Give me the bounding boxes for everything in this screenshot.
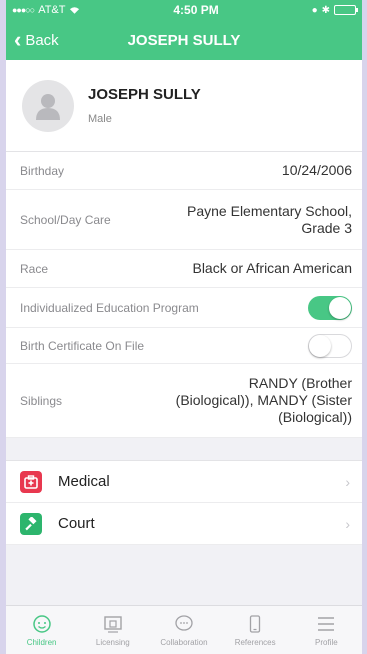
bluetooth-icon: ✱: [321, 4, 330, 16]
status-left: ●●●○○ AT&T: [12, 4, 80, 16]
iep-label: Individualized Education Program: [20, 300, 199, 315]
app-frame: ●●●○○ AT&T 4:50 PM ● ✱ ‹ Back JOSEPH SUL…: [6, 0, 362, 654]
profile-name: JOSEPH SULLY: [88, 86, 201, 103]
toggle-knob: [329, 296, 351, 319]
tab-label: Children: [26, 637, 57, 647]
wifi-icon: [70, 6, 80, 14]
profile-gender: Male: [88, 113, 112, 125]
medical-row[interactable]: Medical ›: [6, 461, 362, 503]
carrier-label: AT&T: [38, 4, 66, 16]
birthday-value: 10/24/2006: [281, 162, 352, 178]
menu-icon: [318, 616, 335, 631]
court-label: Court: [58, 515, 95, 532]
tab-children[interactable]: Children: [7, 614, 77, 647]
siblings-value-line3: (Biological)): [278, 409, 352, 425]
birth-certificate-toggle[interactable]: [308, 333, 352, 358]
tab-bar: Children Licensing Collaboration Referen…: [6, 605, 362, 654]
iep-row: Individualized Education Program: [6, 288, 362, 328]
siblings-row: Siblings RANDY (Brother (Biological)), M…: [6, 364, 362, 438]
toggle-knob: [309, 334, 331, 357]
school-value-line1: Payne Elementary School,: [187, 202, 352, 219]
phone-icon: [250, 614, 261, 633]
siblings-value: RANDY (Brother (Biological)), MANDY (Sis…: [176, 375, 352, 426]
licensing-icon: [104, 615, 122, 633]
signal-icon: ●●●○○: [12, 5, 35, 15]
status-right: ● ✱: [311, 4, 358, 16]
chevron-right-icon: ›: [345, 515, 350, 532]
tab-licensing[interactable]: Licensing: [78, 614, 148, 647]
lock-rotation-icon: ●: [311, 4, 318, 16]
children-icon: [32, 614, 51, 633]
tab-profile[interactable]: Profile: [291, 614, 361, 647]
profile-info: JOSEPH SULLY Male: [88, 86, 201, 125]
status-bar: ●●●○○ AT&T 4:50 PM ● ✱: [6, 0, 362, 20]
back-label: Back: [25, 31, 59, 49]
siblings-value-line2: (Biological)), MANDY (Sister: [175, 392, 352, 408]
chat-icon: [175, 614, 193, 631]
siblings-label: Siblings: [20, 393, 63, 408]
birth-certificate-row: Birth Certificate On File: [6, 328, 362, 364]
medical-label: Medical: [58, 473, 110, 490]
birth-certificate-label: Birth Certificate On File: [20, 338, 145, 353]
chevron-left-icon: ‹: [14, 27, 22, 52]
school-label: School/Day Care: [20, 212, 111, 227]
back-button[interactable]: ‹ Back: [6, 27, 59, 52]
navigation-bar: ‹ Back JOSEPH SULLY: [6, 20, 362, 60]
profile-card: JOSEPH SULLY Male: [6, 60, 362, 152]
school-value: Payne Elementary School, Grade 3: [187, 203, 352, 237]
tab-references[interactable]: References: [220, 614, 290, 647]
tab-label: Collaboration: [160, 637, 208, 647]
section-spacer: [6, 438, 362, 460]
tab-label: References: [234, 637, 276, 647]
avatar: [22, 79, 74, 132]
race-value: Black or African American: [192, 260, 352, 276]
iep-toggle[interactable]: [308, 295, 352, 320]
race-label: Race: [20, 261, 49, 276]
page-title: JOSEPH SULLY: [127, 31, 241, 49]
court-row[interactable]: Court ›: [6, 503, 362, 545]
person-placeholder-icon: [36, 93, 60, 120]
medical-kit-icon: [20, 470, 42, 493]
tab-label: Profile: [315, 637, 338, 647]
school-value-line2: Grade 3: [301, 219, 352, 236]
birthday-label: Birthday: [20, 163, 65, 178]
details-list: Birthday 10/24/2006 School/Day Care Payn…: [6, 152, 362, 438]
gavel-icon: [20, 512, 42, 535]
race-row: Race Black or African American: [6, 250, 362, 288]
section-links: Medical › Court ›: [6, 460, 362, 545]
status-time: 4:50 PM: [173, 3, 219, 17]
school-row: School/Day Care Payne Elementary School,…: [6, 190, 362, 250]
tab-collaboration[interactable]: Collaboration: [149, 614, 219, 647]
siblings-value-line1: RANDY (Brother: [248, 375, 352, 391]
chevron-right-icon: ›: [345, 473, 350, 490]
birthday-row: Birthday 10/24/2006: [6, 152, 362, 190]
battery-icon: [334, 5, 358, 15]
tab-label: Licensing: [95, 637, 130, 647]
